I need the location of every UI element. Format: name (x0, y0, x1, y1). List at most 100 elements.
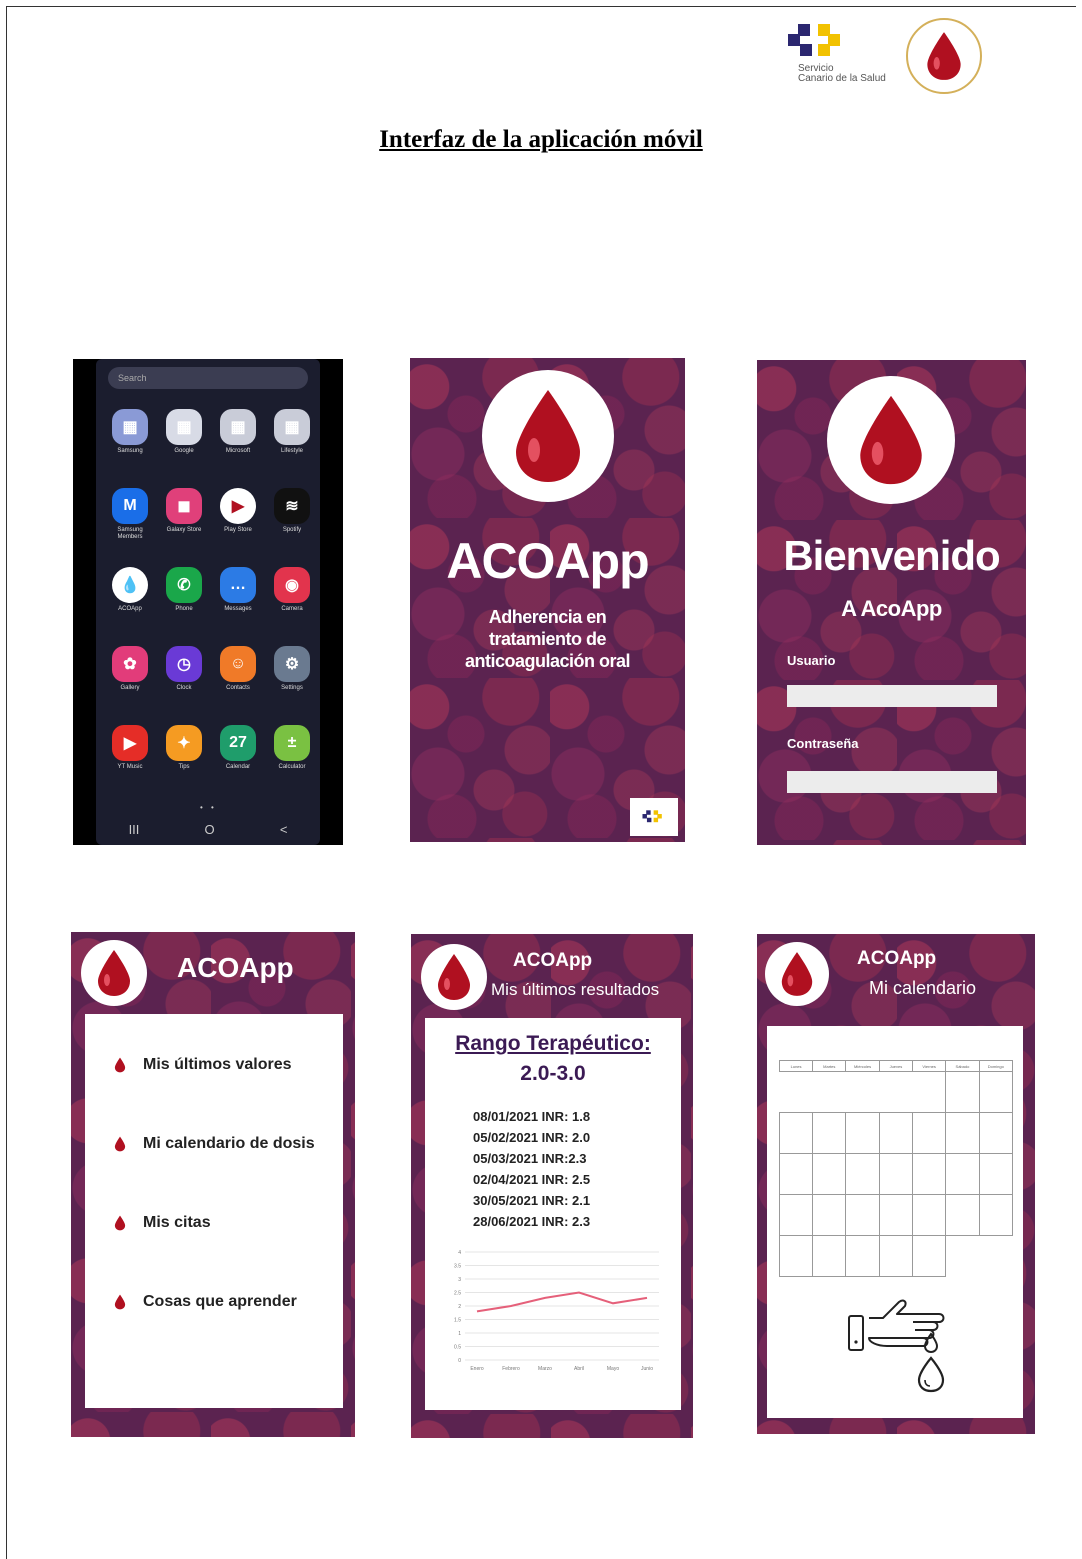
menu-item[interactable]: Mis citas (113, 1214, 211, 1232)
y-tick-label: 1 (458, 1331, 461, 1337)
calendar-day-cell[interactable] (945, 1153, 980, 1195)
calendar-day-cell[interactable] (978, 1153, 1014, 1195)
calendar-day-cell[interactable] (812, 1153, 847, 1195)
app-lifestyle[interactable]: ▦ Lifestyle (266, 409, 318, 455)
calendar-day-cell[interactable] (978, 1194, 1014, 1236)
app-calculator[interactable]: ± Calculator (266, 725, 318, 771)
app-galaxy-store[interactable]: ◼ Galaxy Store (158, 488, 210, 534)
app-label: Settings (281, 685, 303, 691)
menu-item-label: Cosas que aprender (143, 1293, 297, 1310)
calendar-day-cell[interactable] (845, 1153, 880, 1195)
app-label: Calendar (225, 764, 251, 770)
messages-icon: … (220, 567, 256, 603)
recent-apps-button[interactable]: III (129, 822, 140, 837)
splash-screen: ACOApp Adherencia en tratamiento de anti… (410, 358, 685, 842)
calendar-day-cell[interactable] (812, 1112, 847, 1154)
calendar-icon: 27 (220, 725, 256, 761)
y-tick-label: 4 (458, 1250, 461, 1256)
calendar-day-cell[interactable] (979, 1236, 1012, 1277)
calendar-day-cell[interactable] (845, 1112, 880, 1154)
inr-results-list: 08/01/2021 INR: 1.8 05/02/2021 INR: 2.0 05… (473, 1106, 590, 1232)
contacts-icon: ☺ (220, 646, 256, 682)
app-phone[interactable]: ✆ Phone (158, 567, 210, 613)
calendar-day-cell[interactable] (778, 1235, 814, 1277)
calendar-day-cell[interactable] (945, 1194, 980, 1236)
phone-icon: ✆ (166, 567, 202, 603)
calendar-day-cell[interactable] (912, 1194, 947, 1236)
blood-drop-icon (781, 952, 813, 996)
header-logos: Servicio Canario de la Salud (780, 18, 990, 98)
inr-line-chart: 0 0.5 1 1.5 2 2.5 3 3.5 4 Enero Febrero Marzo Abril M… (454, 1250, 659, 1372)
app-acoapp[interactable]: 💧 ACOApp (104, 567, 156, 613)
blood-drop-icon (927, 32, 961, 80)
calendar-day-cell[interactable] (812, 1235, 847, 1277)
app-play-store[interactable]: ▶ Play Store (212, 488, 264, 534)
y-tick-label: 0.5 (454, 1345, 461, 1351)
calendar-day-cell[interactable] (878, 1153, 914, 1195)
calendar-day-cell[interactable] (878, 1235, 914, 1277)
back-button[interactable]: < (280, 822, 288, 837)
range-label: Rango Terapéutico: (455, 1032, 651, 1055)
menu-item[interactable]: Mis últimos valores (113, 1056, 292, 1074)
calendar-day-cell[interactable] (945, 1112, 980, 1154)
app-samsung-members[interactable]: M Samsung Members (104, 488, 156, 541)
dose-calendar-grid: Lunes Martes Miércoles Jueves Viernes Sábado D… (778, 1060, 1014, 1277)
menu-item-label: Mis citas (143, 1214, 211, 1231)
home-button[interactable]: O (205, 822, 215, 837)
calendar-day-cell[interactable] (978, 1071, 1014, 1113)
calendar-day-cell[interactable] (845, 1235, 880, 1277)
calendar-day-cell[interactable] (912, 1112, 947, 1154)
splash-logo (482, 370, 614, 502)
acoapp-drop-badge (906, 18, 982, 94)
calendar-day-cell[interactable] (879, 1072, 912, 1113)
calendar-day-cell[interactable] (846, 1072, 879, 1113)
calendar-day-cell[interactable] (946, 1236, 979, 1277)
calendar-day-cell[interactable] (778, 1153, 814, 1195)
app-settings[interactable]: ⚙ Settings (266, 646, 318, 692)
calendar-day-cell[interactable] (778, 1112, 814, 1154)
menu-item[interactable]: Mi calendario de dosis (113, 1135, 315, 1153)
calendar-day-cell[interactable] (913, 1072, 946, 1113)
app-label: Microsoft (225, 448, 251, 454)
app-spotify[interactable]: ≋ Spotify (266, 488, 318, 534)
splash-title: ACOApp (446, 533, 649, 589)
password-field[interactable] (787, 771, 997, 793)
calendar-day-cell[interactable] (813, 1072, 846, 1113)
app-calendar[interactable]: 27 Calendar (212, 725, 264, 771)
inr-result-entry: 05/02/2021 INR: 2.0 (473, 1130, 591, 1145)
app-yt-music[interactable]: ▶ YT Music (104, 725, 156, 771)
phone-search-bar[interactable]: Search (108, 367, 308, 389)
app-tips[interactable]: ✦ Tips (158, 725, 210, 771)
app-google[interactable]: ▦ Google (158, 409, 210, 455)
range-value: 2.0-3.0 (520, 1062, 586, 1085)
app-clock[interactable]: ◷ Clock (158, 646, 210, 692)
calendar-day-cell[interactable] (845, 1194, 880, 1236)
calendar-day-cell[interactable] (978, 1112, 1014, 1154)
x-tick-label: Enero (470, 1366, 484, 1372)
app-gallery[interactable]: ✿ Gallery (104, 646, 156, 692)
username-field[interactable] (787, 685, 997, 707)
calendar-screen: ACOApp Mi calendario Lunes Martes Miércole… (757, 934, 1035, 1434)
calendar-day-cell[interactable] (912, 1153, 947, 1195)
calendar-logo (765, 942, 829, 1006)
menu-item[interactable]: Cosas que aprender (113, 1293, 297, 1311)
app-label: Galaxy Store (166, 527, 202, 533)
app-messages[interactable]: … Messages (212, 567, 264, 613)
app-microsoft[interactable]: ▦ Microsoft (212, 409, 264, 455)
blood-drop-icon (98, 950, 130, 996)
inr-result-entry: 28/06/2021 INR: 2.3 (473, 1214, 591, 1229)
calendar-day-cell[interactable] (878, 1194, 914, 1236)
calendar-day-cell[interactable] (878, 1112, 914, 1154)
weekday-header: Martes (812, 1060, 847, 1072)
app-label: Samsung Members (117, 527, 143, 540)
calendar-day-cell[interactable] (780, 1072, 813, 1113)
calendar-day-cell[interactable] (945, 1071, 980, 1113)
calendar-day-cell[interactable] (778, 1194, 814, 1236)
app-samsung[interactable]: ▦ Samsung (104, 409, 156, 455)
calendar-day-cell[interactable] (912, 1235, 947, 1277)
calendar-day-cell[interactable] (812, 1194, 847, 1236)
app-contacts[interactable]: ☺ Contacts (212, 646, 264, 692)
spotify-icon: ≋ (274, 488, 310, 524)
app-camera[interactable]: ◉ Camera (266, 567, 318, 613)
app-label: Messages (224, 606, 252, 612)
